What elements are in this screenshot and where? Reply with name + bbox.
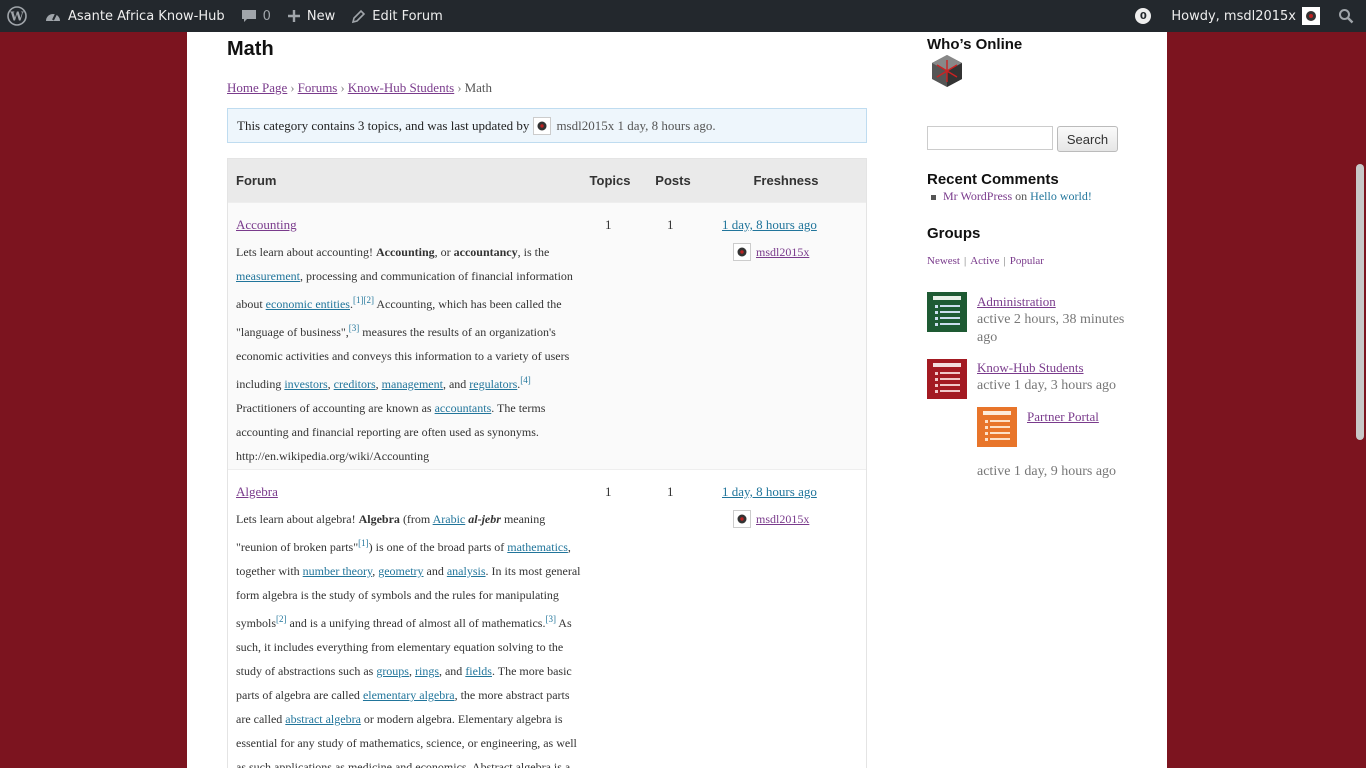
user-avatar [1302, 7, 1320, 25]
comment-icon [241, 8, 257, 24]
edit-forum-link[interactable]: Edit Forum [343, 0, 451, 32]
group-filters: Newest | Active | Popular [927, 255, 1044, 267]
user-avatar[interactable] [733, 243, 751, 261]
breadcrumb-forums[interactable]: Forums [298, 80, 338, 95]
new-content-menu[interactable]: New [279, 0, 343, 32]
online-user-avatar[interactable] [927, 52, 967, 90]
group-active-time: active 2 hours, 38 minutes ago [977, 312, 1125, 345]
site-name: Asante Africa Know-Hub [68, 8, 225, 24]
user-avatar[interactable] [533, 116, 552, 135]
page-scrollbar[interactable] [1354, 32, 1366, 768]
breadcrumb-current: Math [464, 80, 493, 95]
group-avatar-partner-portal[interactable] [977, 407, 1017, 447]
author-link[interactable]: msdl2015x [756, 245, 809, 260]
topics-count: 1 [605, 484, 612, 499]
comment-on-text: on [1015, 189, 1028, 203]
whos-online-title: Who’s Online [927, 36, 1023, 53]
header-topics: Topics [589, 173, 631, 188]
comment-author-link[interactable]: Mr WordPress [943, 189, 1012, 203]
group-name-administration[interactable]: Administration [977, 294, 1056, 310]
header-forum: Forum [236, 173, 277, 188]
forum-description: Lets learn about algebra! Algebra (from … [236, 512, 581, 768]
breadcrumb-separator: › [457, 80, 462, 95]
author-link[interactable]: msdl2015x [756, 512, 809, 527]
breadcrumb-know-hub-students[interactable]: Know-Hub Students [348, 80, 455, 95]
filter-newest[interactable]: Newest [927, 255, 960, 267]
table-row: Algebra 1 1 1 day, 8 hours ago msdl2015x… [228, 469, 866, 768]
topics-count: 1 [605, 217, 612, 232]
notifications-badge[interactable]: 0 [1135, 8, 1152, 24]
header-posts: Posts [655, 173, 691, 188]
breadcrumb-separator: › [290, 80, 295, 95]
site-name-menu[interactable]: Asante Africa Know-Hub [36, 0, 233, 32]
bullet-icon [931, 194, 936, 200]
table-header: Forum Topics Posts Freshness [228, 159, 866, 202]
filter-popular[interactable]: Popular [1010, 255, 1044, 267]
forum-title-algebra[interactable]: Algebra [236, 484, 278, 500]
notice-user[interactable]: msdl2015x [556, 118, 614, 134]
recent-comment-item: Mr WordPress on Hello world! [931, 189, 1092, 204]
svg-text:W: W [9, 10, 24, 24]
admin-bar: W Asante Africa Know-Hub 0 New Edit Foru… [0, 0, 1366, 32]
recent-comments-title: Recent Comments [927, 171, 1059, 188]
group-avatar-know-hub-students[interactable] [927, 359, 967, 399]
posts-count: 1 [667, 484, 674, 499]
freshness-author: msdl2015x [733, 243, 809, 261]
comments-menu[interactable]: 0 [233, 0, 279, 32]
search-button[interactable]: Search [1057, 126, 1118, 152]
comments-count: 0 [262, 8, 271, 24]
notice-time: 1 day, 8 hours ago. [617, 117, 716, 133]
category-notice: This category contains 3 topics, and was… [227, 108, 867, 143]
new-label: New [306, 8, 336, 24]
group-name-partner-portal[interactable]: Partner Portal [1027, 409, 1099, 425]
edit-forum-label: Edit Forum [372, 8, 443, 24]
search-input[interactable] [927, 126, 1053, 150]
wordpress-logo-icon[interactable]: W [0, 0, 36, 32]
notice-text: This category contains 3 topics, and was… [237, 117, 530, 133]
forum-description: Lets learn about accounting! Accounting,… [236, 245, 573, 463]
group-active-time: active 1 day, 9 hours ago [977, 464, 1117, 479]
filter-active[interactable]: Active [970, 255, 999, 267]
dashboard-icon [44, 8, 62, 24]
freshness-link[interactable]: 1 day, 8 hours ago [722, 217, 817, 233]
forum-title-accounting[interactable]: Accounting [236, 217, 297, 233]
forum-table: Forum Topics Posts Freshness Accounting … [227, 158, 867, 768]
plus-icon [287, 9, 301, 23]
header-freshness: Freshness [753, 173, 819, 188]
groups-title: Groups [927, 225, 981, 242]
group-name-know-hub-students[interactable]: Know-Hub Students [977, 360, 1084, 376]
comment-post-link[interactable]: Hello world! [1030, 189, 1092, 203]
breadcrumb-separator: › [340, 80, 345, 95]
scrollbar-thumb[interactable] [1356, 164, 1364, 440]
my-account-menu[interactable]: Howdy, msdl2015x [1163, 0, 1330, 32]
page-container: Math Home Page › Forums › Know-Hub Students ›… [187, 32, 1167, 768]
page-title: Math [227, 38, 274, 60]
freshness-link[interactable]: 1 day, 8 hours ago [722, 484, 817, 500]
posts-count: 1 [667, 217, 674, 232]
howdy-text: Howdy, msdl2015x [1171, 8, 1296, 24]
table-row: Accounting 1 1 1 day, 8 hours ago msdl20… [228, 202, 866, 469]
freshness-author: msdl2015x [733, 510, 809, 528]
breadcrumb: Home Page › Forums › Know-Hub Students › Math [227, 80, 492, 96]
pencil-icon [351, 9, 366, 24]
search-icon[interactable] [1330, 0, 1366, 32]
group-avatar-administration[interactable] [927, 292, 967, 332]
group-active-time: active 1 day, 3 hours ago [977, 378, 1117, 393]
user-avatar[interactable] [733, 510, 751, 528]
breadcrumb-home[interactable]: Home Page [227, 80, 287, 95]
